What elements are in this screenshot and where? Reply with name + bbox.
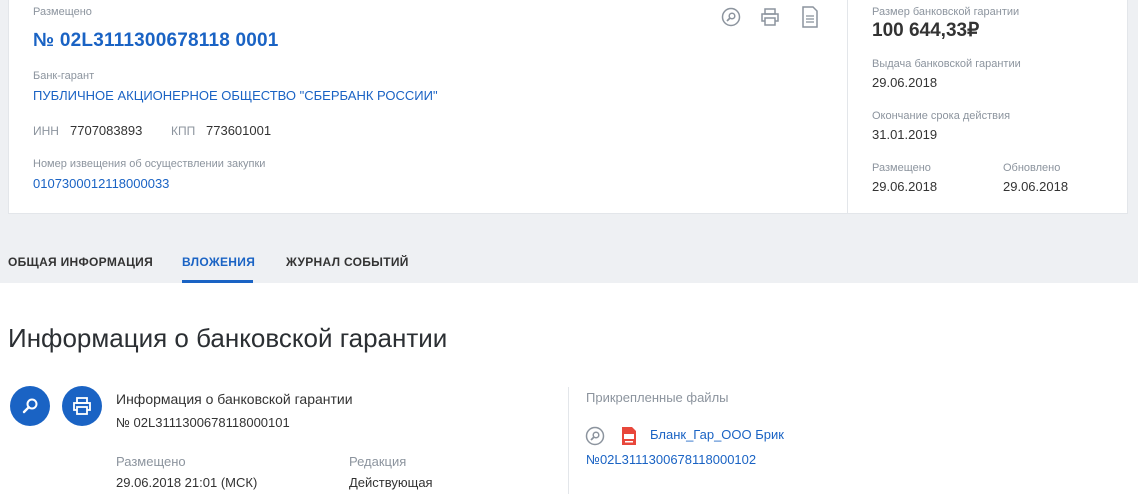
- summary-placed-label: Размещено: [872, 162, 931, 174]
- print-button[interactable]: [62, 386, 102, 426]
- document-title: Информация о банковской гарантии: [116, 391, 353, 407]
- kpp-value: 773601001: [206, 123, 272, 138]
- issue-date: 29.06.2018: [872, 75, 938, 90]
- file-name-link[interactable]: Бланк_Гар_ООО Брик: [650, 427, 784, 442]
- attachments-panel: Информация о банковской гарантии Информа…: [0, 283, 1138, 494]
- tab-event-log[interactable]: ЖУРНАЛ СОБЫТИЙ: [286, 255, 409, 269]
- edition-value: Действующая: [349, 475, 433, 490]
- registry-number: № 02L3111300678118 0001: [33, 30, 279, 51]
- end-label: Окончание срока действия: [872, 110, 1011, 122]
- bank-label: Банк-гарант: [33, 70, 95, 82]
- end-date: 31.01.2019: [872, 127, 938, 142]
- issue-label: Выдача банковской гарантии: [872, 58, 1021, 70]
- guarantee-main-info: Размещено № 02L3111300678118 0001 Банк-г…: [9, 0, 847, 213]
- vertical-divider: [568, 387, 569, 494]
- guarantee-card: Размещено № 02L3111300678118 0001 Банк-г…: [8, 0, 1128, 214]
- tab-bar: ОБЩАЯ ИНФОРМАЦИЯ ВЛОЖЕНИЯ ЖУРНАЛ СОБЫТИЙ: [0, 214, 1138, 284]
- section-title: Информация о банковской гарантии: [8, 323, 448, 353]
- inn-value: 7707083893: [70, 123, 143, 138]
- amount-value: 100 644,33₽: [872, 20, 980, 41]
- search-icon[interactable]: [584, 425, 606, 447]
- edition-label: Редакция: [349, 454, 407, 469]
- placed-label: Размещено: [33, 6, 92, 18]
- view-button[interactable]: [10, 386, 50, 426]
- bank-name-link[interactable]: ПУБЛИЧНОЕ АКЦИОНЕРНОЕ ОБЩЕСТВО "СБЕРБАНК…: [33, 88, 438, 103]
- document-number: № 02L3111300678118000101: [116, 415, 290, 430]
- attached-files-label: Прикрепленные файлы: [586, 390, 729, 405]
- print-icon: [73, 397, 91, 415]
- pdf-file-icon: [618, 425, 640, 447]
- tab-general-info[interactable]: ОБЩАЯ ИНФОРМАЦИЯ: [8, 255, 153, 269]
- updated-label: Обновлено: [1003, 162, 1061, 174]
- inn-label: ИНН: [33, 124, 59, 138]
- print-icon[interactable]: [759, 6, 781, 28]
- document-icon[interactable]: [799, 6, 821, 28]
- notice-label: Номер извещения об осуществлении закупки: [33, 158, 266, 170]
- guarantee-summary: Размер банковской гарантии 100 644,33₽ В…: [847, 0, 1129, 213]
- kpp-label: КПП: [171, 124, 196, 138]
- file-number-link[interactable]: №02L3111300678118000102: [586, 452, 756, 467]
- updated-date: 29.06.2018: [1003, 179, 1069, 194]
- content-placed-label: Размещено: [116, 454, 186, 469]
- search-icon[interactable]: [720, 6, 742, 28]
- tab-attachments[interactable]: ВЛОЖЕНИЯ: [182, 255, 255, 269]
- search-icon: [22, 398, 38, 414]
- summary-placed-date: 29.06.2018: [872, 179, 938, 194]
- notice-number-link[interactable]: 0107300012118000033: [33, 176, 169, 191]
- content-placed-value: 29.06.2018 21:01 (МСК): [116, 475, 258, 490]
- amount-label: Размер банковской гарантии: [872, 6, 1020, 18]
